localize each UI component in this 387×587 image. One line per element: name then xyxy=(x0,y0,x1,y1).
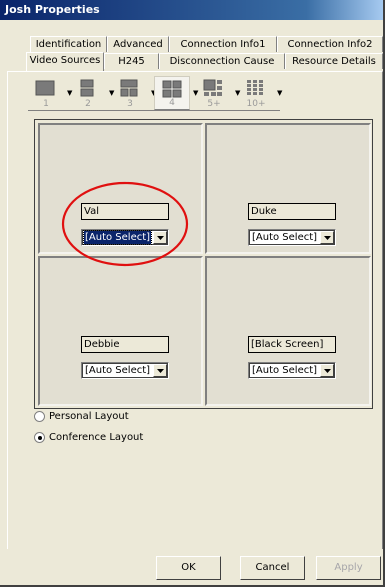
participant-name: Debbie xyxy=(81,336,169,353)
layout-5-plus-button[interactable]: 5+ xyxy=(196,76,232,110)
layout-10-plus-button[interactable]: 10+ xyxy=(238,76,274,110)
ok-button[interactable]: OK xyxy=(156,556,221,580)
three-view-icon xyxy=(120,79,138,97)
dropdown-button[interactable] xyxy=(320,231,334,244)
tab-video-sources[interactable]: Video Sources xyxy=(26,52,104,71)
tab-identification[interactable]: Identification xyxy=(30,36,107,52)
two-view-icon xyxy=(80,79,94,97)
radio-checked-icon xyxy=(34,432,45,443)
participant-name: Duke xyxy=(248,203,336,220)
tab-advanced[interactable]: Advanced xyxy=(107,36,169,52)
layout-10-plus-label: 10+ xyxy=(246,99,266,109)
video-source-value: [Auto Select] xyxy=(252,365,318,376)
cancel-button[interactable]: Cancel xyxy=(240,556,305,580)
chevron-down-icon xyxy=(324,236,331,240)
radio-unchecked-icon xyxy=(34,411,45,422)
layout-5-plus-label: 5+ xyxy=(207,99,221,109)
layout-2-button[interactable]: 2 xyxy=(70,76,106,110)
conference-layout-label: Conference Layout xyxy=(49,432,144,443)
video-source-select[interactable]: [Auto Select] xyxy=(248,362,336,379)
video-cell-bottom-left[interactable]: Debbie [Auto Select] xyxy=(38,256,203,406)
highlight-circle-annotation xyxy=(61,181,189,267)
toolbar-divider xyxy=(28,110,280,111)
tab-disconnection-cause[interactable]: Disconnection Cause xyxy=(159,53,285,69)
video-source-select[interactable]: [Auto Select] xyxy=(248,229,336,246)
video-source-value: [Auto Select] xyxy=(252,232,318,243)
video-cell-top-right[interactable]: Duke [Auto Select] xyxy=(205,123,371,254)
layout-1-button[interactable]: 1 xyxy=(28,76,64,110)
window-title: Josh Properties xyxy=(0,0,383,20)
video-source-value: [Auto Select] xyxy=(85,365,151,376)
apply-button[interactable]: Apply xyxy=(316,556,381,580)
personal-layout-label: Personal Layout xyxy=(49,411,129,422)
properties-dialog: Josh Properties Identification Advanced … xyxy=(0,0,385,587)
layout-3-label: 3 xyxy=(127,99,133,109)
chevron-down-icon xyxy=(157,369,164,373)
tab-connection-info2[interactable]: Connection Info2 xyxy=(277,36,383,52)
participant-name: [Black Screen] xyxy=(248,336,336,353)
dropdown-button[interactable] xyxy=(320,364,334,377)
chevron-down-icon[interactable]: ▼ xyxy=(277,89,282,97)
chevron-down-icon xyxy=(324,369,331,373)
layout-3-button[interactable]: 3 xyxy=(112,76,148,110)
five-plus-view-icon xyxy=(203,79,222,96)
single-view-icon xyxy=(35,80,55,96)
layout-4-button[interactable]: 4 xyxy=(154,76,190,110)
quad-view-icon xyxy=(162,80,182,98)
tab-resource-details[interactable]: Resource Details xyxy=(285,53,383,69)
dropdown-button[interactable] xyxy=(153,364,167,377)
layout-2-label: 2 xyxy=(85,99,91,109)
tab-h245[interactable]: H245 xyxy=(104,53,159,69)
ten-plus-view-icon xyxy=(247,80,263,95)
video-cell-bottom-right[interactable]: [Black Screen] [Auto Select] xyxy=(205,256,371,406)
tab-connection-info1[interactable]: Connection Info1 xyxy=(169,36,277,52)
layout-1-label: 1 xyxy=(43,99,49,109)
layout-4-label: 4 xyxy=(169,98,175,108)
video-source-select[interactable]: [Auto Select] xyxy=(81,362,169,379)
